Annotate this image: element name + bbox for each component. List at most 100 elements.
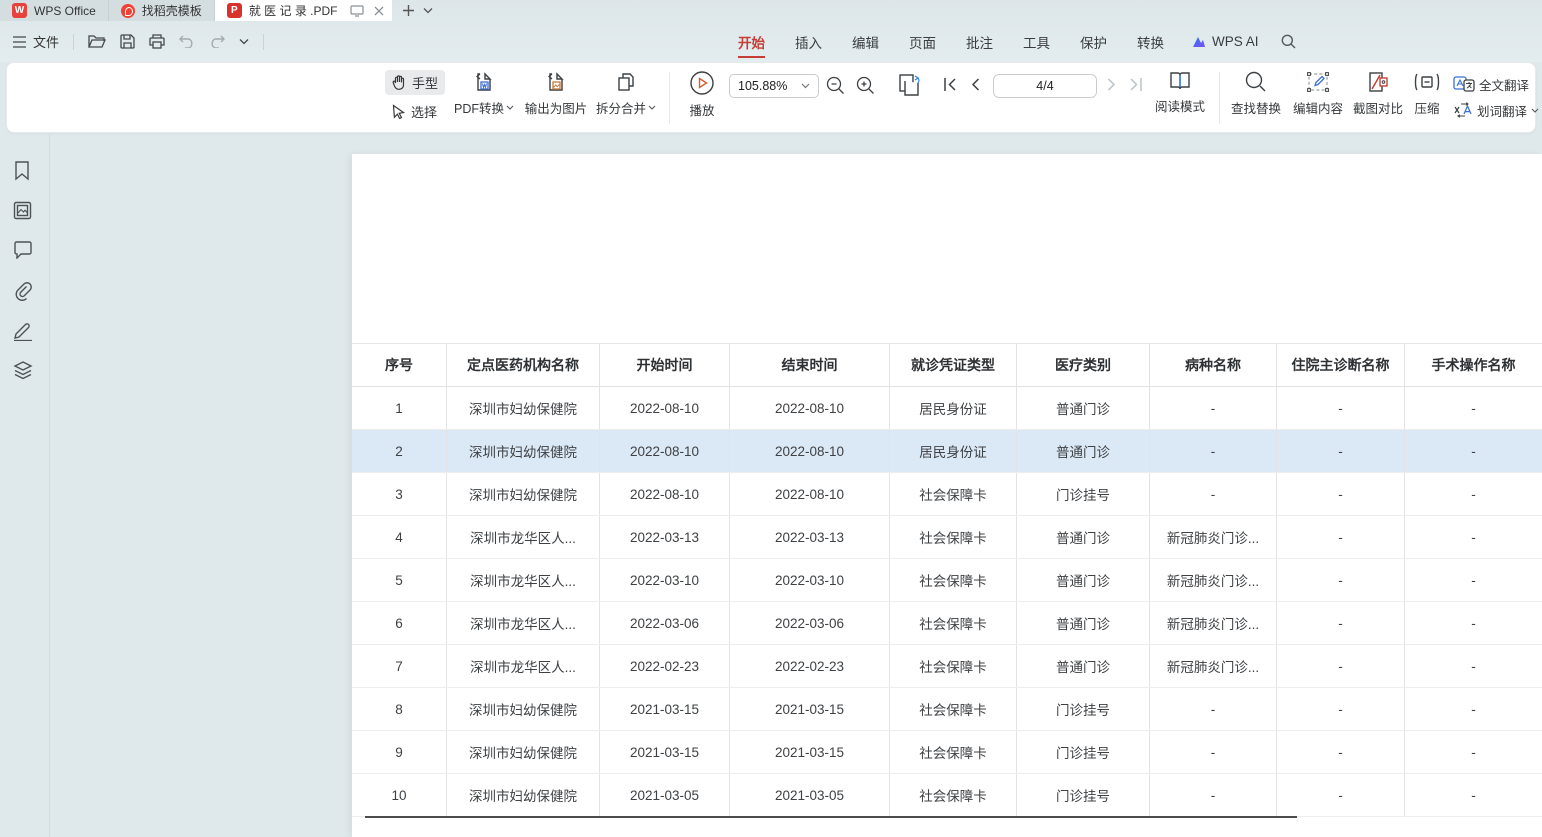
layers-icon[interactable] <box>13 361 33 380</box>
menu-tools[interactable]: 工具 <box>1008 21 1065 62</box>
attachment-icon[interactable] <box>13 281 33 301</box>
table-cell: 2022-08-10 <box>600 387 730 429</box>
quick-access-chevron-icon[interactable] <box>239 38 249 45</box>
menu-comment[interactable]: 批注 <box>951 21 1008 62</box>
file-menu-button[interactable]: 文件 <box>12 32 59 51</box>
table-cell: - <box>1150 774 1277 816</box>
table-cell: - <box>1150 473 1277 515</box>
select-tool-button[interactable]: 选择 <box>385 99 445 124</box>
table-cell: 深圳市妇幼保健院 <box>447 731 600 773</box>
table-row[interactable]: 2深圳市妇幼保健院2022-08-102022-08-10居民身份证普通门诊--… <box>352 430 1542 473</box>
last-page-icon[interactable] <box>1129 77 1143 92</box>
read-mode-button[interactable]: 阅读模式 <box>1151 70 1209 115</box>
tab-docer-templates[interactable]: 找稻壳模板 <box>109 0 215 21</box>
split-merge-button[interactable]: 拆分合并 <box>591 70 661 117</box>
pdf-convert-button[interactable]: PDF转换 <box>451 70 517 117</box>
menu-search-icon[interactable] <box>1271 34 1306 49</box>
table-cell: 7 <box>352 645 447 687</box>
tab-wps-home[interactable]: W WPS Office <box>0 0 109 21</box>
table-bottom-border <box>365 816 1297 818</box>
compress-button[interactable]: 压缩 <box>1407 70 1447 117</box>
table-cell: 深圳市妇幼保健院 <box>447 387 600 429</box>
table-cell: 2022-02-23 <box>730 645 890 687</box>
table-row[interactable]: 5深圳市龙华区人...2022-03-102022-03-10社会保障卡普通门诊… <box>352 559 1542 602</box>
first-page-icon[interactable] <box>943 77 957 92</box>
table-cell: 2022-03-10 <box>600 559 730 601</box>
zoom-level-value: 105.88% <box>738 79 787 93</box>
hand-icon <box>392 75 406 90</box>
page-indicator-value: 4/4 <box>1036 79 1053 93</box>
table-row[interactable]: 8深圳市妇幼保健院2021-03-152021-03-15社会保障卡门诊挂号--… <box>352 688 1542 731</box>
zoom-out-icon[interactable] <box>826 76 845 95</box>
table-cell: 2021-03-05 <box>600 774 730 816</box>
page-thumbnails-icon[interactable] <box>897 73 923 97</box>
find-replace-button[interactable]: 查找替换 <box>1225 70 1287 117</box>
select-tool-label: 选择 <box>411 102 437 121</box>
wps-logo-icon: W <box>12 3 27 18</box>
hand-tool-button[interactable]: 手型 <box>385 70 445 95</box>
tab-document-pdf[interactable]: P 就 医 记 录 .PDF <box>215 0 393 21</box>
table-row[interactable]: 9深圳市妇幼保健院2021-03-152021-03-15社会保障卡门诊挂号--… <box>352 731 1542 774</box>
table-cell: - <box>1405 473 1542 515</box>
signature-pen-icon[interactable] <box>13 321 33 341</box>
pdf-page[interactable]: 序号定点医药机构名称开始时间结束时间就诊凭证类型医疗类别病种名称住院主诊断名称手… <box>352 154 1542 837</box>
table-cell: 深圳市龙华区人... <box>447 559 600 601</box>
undo-icon[interactable] <box>179 35 195 48</box>
table-row[interactable]: 1深圳市妇幼保健院2022-08-102022-08-10居民身份证普通门诊--… <box>352 387 1542 430</box>
wps-ai-button[interactable]: WPS AI <box>1179 34 1271 49</box>
open-file-icon[interactable] <box>88 34 106 49</box>
redo-icon[interactable] <box>209 35 225 48</box>
table-cell: - <box>1405 559 1542 601</box>
table-cell: - <box>1277 731 1405 773</box>
next-page-icon[interactable] <box>1107 77 1117 92</box>
table-cell: - <box>1277 688 1405 730</box>
export-image-button[interactable]: 输出为图片 <box>519 70 593 117</box>
menu-protect[interactable]: 保护 <box>1065 21 1122 62</box>
tab-list-chevron-icon[interactable] <box>423 7 433 14</box>
table-cell: 深圳市龙华区人... <box>447 516 600 558</box>
zoom-in-icon[interactable] <box>856 76 875 95</box>
comments-panel-icon[interactable] <box>13 241 33 259</box>
table-cell: - <box>1277 430 1405 472</box>
word-translate-button[interactable]: 划词翻译 <box>1453 97 1539 123</box>
table-row[interactable]: 6深圳市龙华区人...2022-03-062022-03-06社会保障卡普通门诊… <box>352 602 1542 645</box>
zoom-level-select[interactable]: 105.88% <box>729 74 819 98</box>
table-row[interactable]: 7深圳市龙华区人...2022-02-232022-02-23社会保障卡普通门诊… <box>352 645 1542 688</box>
thumbnail-panel-icon[interactable] <box>13 201 32 220</box>
edit-content-icon <box>1306 70 1330 94</box>
divider <box>263 34 264 50</box>
play-button[interactable]: 播放 <box>681 70 723 119</box>
menu-convert[interactable]: 转换 <box>1122 21 1179 62</box>
table-cell: 2021-03-05 <box>730 774 890 816</box>
compress-icon <box>1414 70 1440 94</box>
chevron-down-icon <box>506 105 514 110</box>
screenshot-compare-button[interactable]: 截图对比 <box>1347 70 1409 117</box>
table-cell: 4 <box>352 516 447 558</box>
bookmark-icon[interactable] <box>13 161 31 181</box>
menu-home[interactable]: 开始 <box>723 21 780 62</box>
table-cell: 深圳市妇幼保健院 <box>447 473 600 515</box>
save-icon[interactable] <box>120 34 135 49</box>
table-cell: - <box>1405 387 1542 429</box>
table-row[interactable]: 10深圳市妇幼保健院2021-03-052021-03-05社会保障卡门诊挂号-… <box>352 774 1542 817</box>
menu-edit[interactable]: 编辑 <box>837 21 894 62</box>
menu-insert[interactable]: 插入 <box>780 21 837 62</box>
present-monitor-icon[interactable] <box>350 5 364 17</box>
table-row[interactable]: 4深圳市龙华区人...2022-03-132022-03-13社会保障卡普通门诊… <box>352 516 1542 559</box>
print-icon[interactable] <box>149 34 165 49</box>
close-tab-icon[interactable] <box>374 6 384 16</box>
tab-label: WPS Office <box>34 4 96 18</box>
edit-content-label: 编辑内容 <box>1293 98 1343 117</box>
table-cell: - <box>1150 731 1277 773</box>
full-translate-button[interactable]: 全文翻译 <box>1453 71 1539 97</box>
page-indicator-input[interactable]: 4/4 <box>993 74 1097 98</box>
prev-page-icon[interactable] <box>970 77 980 92</box>
new-tab-plus-icon[interactable] <box>402 4 415 17</box>
table-cell: 门诊挂号 <box>1017 473 1150 515</box>
table-cell: - <box>1405 602 1542 644</box>
find-replace-search-icon <box>1244 70 1268 94</box>
toolbar-panel: 手型 选择 PDF转换 输出为图片 拆分合并 <box>6 62 1536 133</box>
menu-page[interactable]: 页面 <box>894 21 951 62</box>
table-row[interactable]: 3深圳市妇幼保健院2022-08-102022-08-10社会保障卡门诊挂号--… <box>352 473 1542 516</box>
edit-content-button[interactable]: 编辑内容 <box>1287 70 1349 117</box>
